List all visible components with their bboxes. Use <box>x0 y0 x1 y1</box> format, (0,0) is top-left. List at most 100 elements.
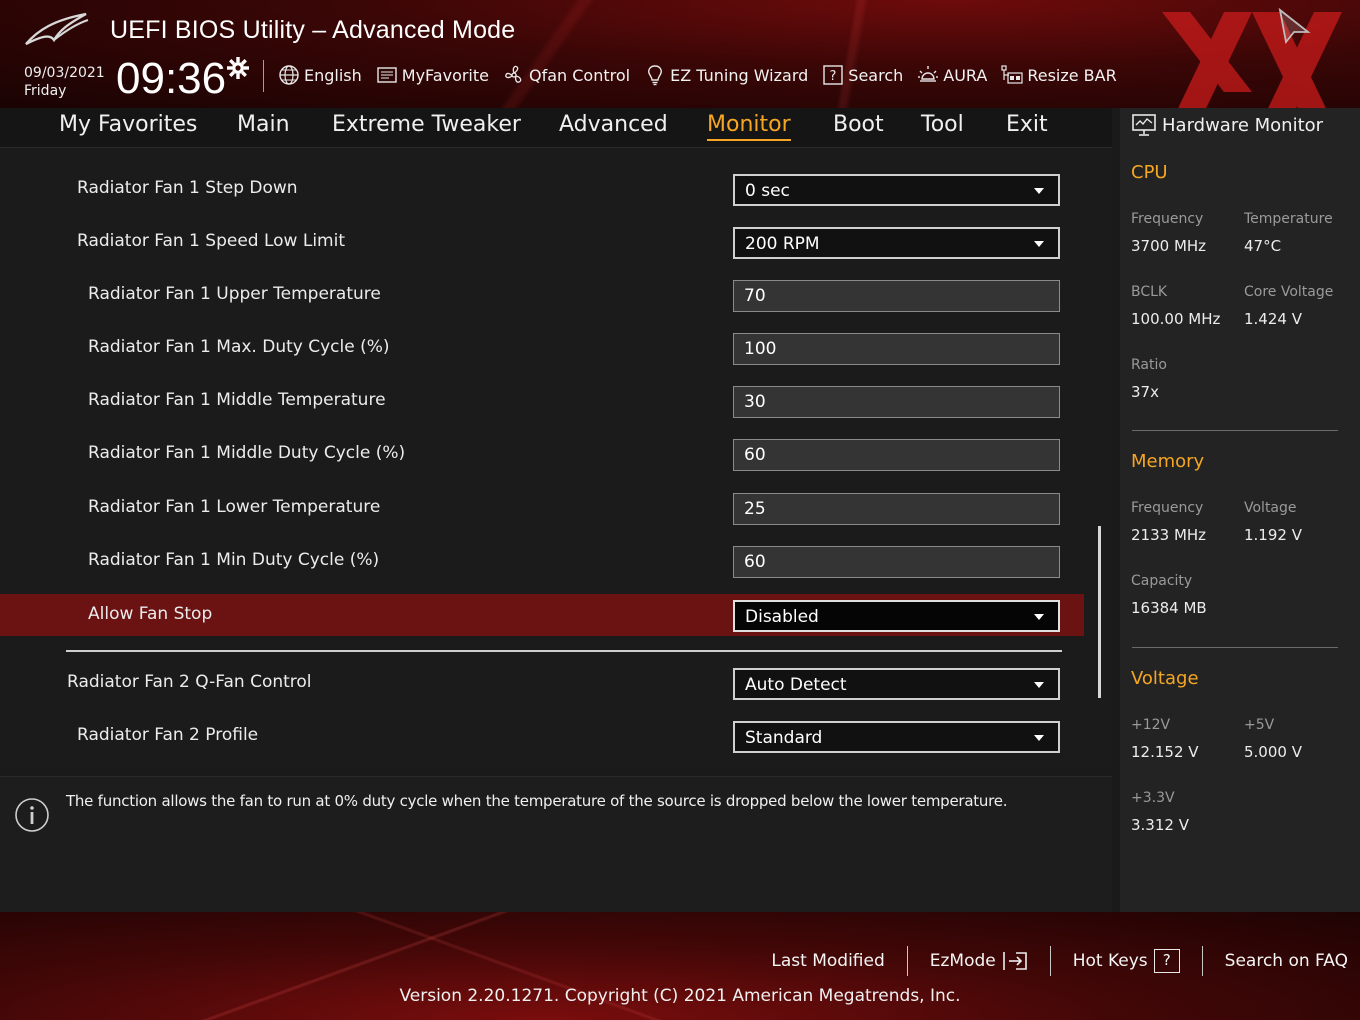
setting-label: Radiator Fan 1 Lower Temperature <box>88 497 381 517</box>
allow-fan-stop-dropdown[interactable]: Disabled <box>733 600 1060 632</box>
ez-tuning-wizard-button[interactable]: EZ Tuning Wizard <box>644 64 808 86</box>
clock-time: 09:36 <box>116 54 227 103</box>
search-button[interactable]: ? Search <box>822 64 903 86</box>
v5-label: +5V <box>1244 717 1275 733</box>
aura-button[interactable]: AURA <box>917 64 987 86</box>
setting-label: Radiator Fan 1 Speed Low Limit <box>77 231 345 251</box>
footer-links: Last Modified EzMode Hot Keys ? Search o… <box>749 946 1348 976</box>
setting-dropdown[interactable]: Standard <box>733 721 1060 753</box>
cpu-frequency-label: Frequency <box>1131 211 1204 227</box>
setting-label: Radiator Fan 2 Profile <box>77 725 259 745</box>
setting-row[interactable]: Radiator Fan 2 Profile Standard <box>0 715 1084 757</box>
qfan-control-label: Qfan Control <box>529 65 631 85</box>
chevron-down-icon <box>1034 614 1044 620</box>
exit-arrow-icon <box>1002 952 1027 970</box>
setting-row[interactable]: Radiator Fan 1 Max. Duty Cycle (%) 100 <box>0 327 1084 369</box>
v12-label: +12V <box>1131 717 1171 733</box>
memory-heading: Memory <box>1131 451 1205 472</box>
ezmode-button[interactable]: EzMode <box>908 950 1050 972</box>
hot-keys-label: Hot Keys <box>1072 951 1148 971</box>
ezmode-label: EzMode <box>929 951 996 971</box>
tab-tool[interactable]: Tool <box>921 112 964 137</box>
resize-bar-button[interactable]: Resize BAR <box>1001 64 1117 86</box>
setting-row[interactable]: Radiator Fan 1 Step Down 0 sec <box>0 168 1084 210</box>
tab-extreme-tweaker[interactable]: Extreme Tweaker <box>332 112 521 137</box>
myfavorite-button[interactable]: MyFavorite <box>376 64 489 86</box>
main-menu-bar: My Favorites Main Extreme Tweaker Advanc… <box>0 108 1112 148</box>
setting-dropdown[interactable]: Auto Detect <box>733 668 1060 700</box>
dropdown-value: Disabled <box>745 607 819 627</box>
chevron-down-icon <box>1034 735 1044 741</box>
search-on-faq-button[interactable]: Search on FAQ <box>1203 951 1348 971</box>
setting-input[interactable]: 70 <box>733 280 1060 312</box>
setting-row-selected[interactable]: Allow Fan Stop Disabled <box>0 594 1084 636</box>
date-text: 09/03/2021 <box>24 65 105 81</box>
tab-boot[interactable]: Boot <box>833 112 884 137</box>
setting-row[interactable]: Radiator Fan 1 Upper Temperature 70 <box>0 274 1084 316</box>
setting-input[interactable]: 25 <box>733 493 1060 525</box>
tab-advanced[interactable]: Advanced <box>559 112 668 137</box>
setting-label: Radiator Fan 2 Q-Fan Control <box>67 672 312 692</box>
help-panel: The function allows the fan to run at 0%… <box>0 776 1112 912</box>
memory-voltage-value: 1.192 V <box>1244 526 1302 544</box>
tab-main[interactable]: Main <box>237 112 290 137</box>
settings-scrollbar[interactable] <box>1098 526 1101 698</box>
ez-tuning-wizard-label: EZ Tuning Wizard <box>670 65 809 85</box>
setting-input[interactable]: 60 <box>733 546 1060 578</box>
myfavorite-label: MyFavorite <box>401 65 489 85</box>
tab-monitor[interactable]: Monitor <box>707 112 791 141</box>
help-description: The function allows the fan to run at 0%… <box>66 792 1008 810</box>
qfan-control-button[interactable]: Qfan Control <box>503 64 630 86</box>
search-icon: ? <box>823 65 843 85</box>
setting-row[interactable]: Radiator Fan 2 Q-Fan Control Auto Detect <box>0 662 1084 704</box>
setting-input[interactable]: 60 <box>733 439 1060 471</box>
memory-frequency-value: 2133 MHz <box>1131 526 1207 544</box>
v12-value: 12.152 V <box>1131 743 1199 761</box>
setting-row[interactable]: Radiator Fan 1 Lower Temperature 25 <box>0 487 1084 529</box>
hw-divider <box>1132 647 1338 648</box>
setting-row[interactable]: Radiator Fan 1 Middle Duty Cycle (%) 60 <box>0 433 1084 475</box>
aura-label: AURA <box>943 65 988 85</box>
footer-bar: Last Modified EzMode Hot Keys ? Search o… <box>0 912 1360 1020</box>
svg-text:?: ? <box>830 69 837 84</box>
setting-dropdown[interactable]: 0 sec <box>733 174 1060 206</box>
version-label: Version 2.20.1271. Copyright (C) 2021 Am… <box>399 986 961 1006</box>
setting-row[interactable]: Radiator Fan 1 Middle Temperature 30 <box>0 380 1084 422</box>
capacity-label: Capacity <box>1131 573 1193 589</box>
v5-value: 5.000 V <box>1244 743 1302 761</box>
bclk-value: 100.00 MHz <box>1131 310 1221 328</box>
mouse-cursor-icon <box>1278 8 1311 44</box>
dropdown-value: Standard <box>745 728 823 748</box>
search-label: Search <box>848 65 904 85</box>
hw-divider <box>1132 430 1338 431</box>
resize-bar-label: Resize BAR <box>1027 65 1117 85</box>
hardware-monitor-label: Hardware Monitor <box>1162 114 1324 136</box>
language-button[interactable]: English <box>278 64 362 86</box>
search-on-faq-label: Search on FAQ <box>1224 951 1348 971</box>
dropdown-value: 200 RPM <box>745 234 820 254</box>
language-label: English <box>304 65 362 85</box>
setting-input[interactable]: 30 <box>733 386 1060 418</box>
dropdown-value: 0 sec <box>745 181 790 201</box>
setting-label: Allow Fan Stop <box>88 604 213 624</box>
app-title: UEFI BIOS Utility – Advanced Mode <box>110 16 516 44</box>
version-text: Version 2.20.1271. Copyright (C) 2021 Am… <box>0 986 1360 1006</box>
gear-icon[interactable] <box>226 56 250 80</box>
hardware-monitor-panel: Hardware Monitor CPU Frequency Temperatu… <box>1120 108 1360 912</box>
setting-dropdown[interactable]: 200 RPM <box>733 227 1060 259</box>
tab-exit[interactable]: Exit <box>1006 112 1048 137</box>
setting-row[interactable]: Radiator Fan 1 Min Duty Cycle (%) 60 <box>0 540 1084 582</box>
setting-row[interactable]: Radiator Fan 1 Speed Low Limit 200 RPM <box>0 221 1084 263</box>
voltage-heading: Voltage <box>1131 668 1199 689</box>
setting-input[interactable]: 100 <box>733 333 1060 365</box>
hot-keys-button[interactable]: Hot Keys ? <box>1051 949 1202 973</box>
v33-label: +3.3V <box>1131 790 1175 806</box>
cpu-temperature-value: 47°C <box>1244 237 1282 255</box>
bulb-icon <box>648 65 663 86</box>
core-voltage-label: Core Voltage <box>1244 284 1334 300</box>
toolbar: English MyFavorite Qfan Control EZ Tunin… <box>278 62 1117 88</box>
tab-my-favorites[interactable]: My Favorites <box>59 112 197 137</box>
last-modified-label: Last Modified <box>771 951 885 971</box>
header-divider <box>263 60 264 92</box>
last-modified-button[interactable]: Last Modified <box>749 951 906 971</box>
